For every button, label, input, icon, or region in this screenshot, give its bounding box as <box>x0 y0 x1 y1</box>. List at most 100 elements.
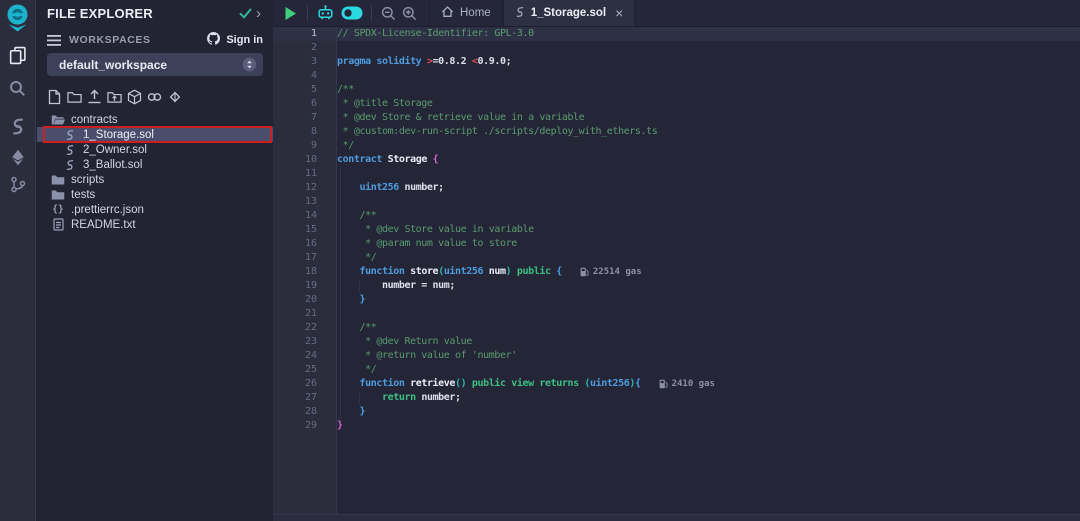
activity-bar-item-remix-logo[interactable] <box>0 4 35 37</box>
check-icon[interactable] <box>239 8 252 19</box>
ai-assistant-icon[interactable] <box>316 0 335 26</box>
activity-bar-item-search[interactable] <box>0 80 35 102</box>
gas-estimate-badge: 2410 gas <box>659 377 715 391</box>
folder-icon <box>51 174 65 186</box>
code-line-26[interactable]: function retrieve() public view returns … <box>337 377 1080 391</box>
file-explorer-panel: FILE EXPLORER › WORKSPACES Sign in defau… <box>37 0 273 521</box>
activity-bar-item-deploy-run[interactable] <box>0 149 35 171</box>
line-number: 15 <box>273 223 336 237</box>
code-line-25[interactable]: */ <box>337 363 1080 377</box>
code-line-28[interactable]: } <box>337 405 1080 419</box>
github-icon <box>206 31 221 49</box>
tree-item-label: 2_Owner.sol <box>83 144 147 156</box>
file-actions-toolbar <box>47 88 182 105</box>
code-line-18[interactable]: function store(uint256 num) public {2251… <box>337 265 1080 279</box>
home-icon <box>441 5 454 21</box>
code-line-21[interactable] <box>337 307 1080 321</box>
code-line-3[interactable]: pragma solidity >=0.8.2 <0.9.0; <box>337 55 1080 69</box>
new-folder-icon[interactable] <box>67 89 82 105</box>
folder-open-icon <box>51 114 65 126</box>
select-chevron-icon <box>242 57 257 72</box>
hamburger-menu-icon[interactable] <box>47 35 61 46</box>
activity-bar-item-git[interactable] <box>0 176 35 198</box>
code-line-9[interactable]: */ <box>337 139 1080 153</box>
code-line-17[interactable]: */ <box>337 251 1080 265</box>
code-line-6[interactable]: * @title Storage <box>337 97 1080 111</box>
code-line-16[interactable]: * @param num value to store <box>337 237 1080 251</box>
tab-home[interactable]: Home <box>429 0 503 26</box>
line-number: 13 <box>273 195 336 209</box>
tree-item-label: scripts <box>71 174 104 186</box>
file-explorer-icon <box>8 46 27 70</box>
code-line-24[interactable]: * @return value of 'number' <box>337 349 1080 363</box>
tree-item-3-ballot-sol[interactable]: 3_Ballot.sol <box>37 157 273 172</box>
code-line-27[interactable]: return number; <box>337 391 1080 405</box>
solidity-file-icon <box>63 144 77 156</box>
chevron-right-icon[interactable]: › <box>252 6 265 21</box>
tree-item-1-storage-sol[interactable]: 1_Storage.sol <box>37 127 273 142</box>
upload-file-icon[interactable] <box>87 89 102 105</box>
solidity-file-icon <box>63 129 77 141</box>
run-icon[interactable] <box>284 0 297 26</box>
code-line-5[interactable]: /** <box>337 83 1080 97</box>
activity-bar-item-solidity-compiler[interactable] <box>0 118 35 140</box>
workspace-select[interactable]: default_workspace <box>47 53 263 76</box>
file-explorer-header: FILE EXPLORER › <box>37 0 273 27</box>
code-line-4[interactable] <box>337 69 1080 83</box>
line-number: 1 <box>273 27 336 41</box>
search-icon <box>9 80 26 102</box>
close-icon[interactable]: × <box>615 6 623 20</box>
line-number: 17 <box>273 251 336 265</box>
code-line-22[interactable]: /** <box>337 321 1080 335</box>
tree-item-readme-txt[interactable]: README.txt <box>37 217 273 232</box>
tree-item-label: 3_Ballot.sol <box>83 159 142 171</box>
zoom-out-icon[interactable] <box>381 0 396 26</box>
line-number: 28 <box>273 405 336 419</box>
upload-folder-icon[interactable] <box>107 89 122 105</box>
code-line-23[interactable]: * @dev Return value <box>337 335 1080 349</box>
line-number-gutter: 1234567891011121314151617181920212223242… <box>273 27 337 514</box>
line-number: 23 <box>273 335 336 349</box>
line-number: 11 <box>273 167 336 181</box>
new-file-icon[interactable] <box>47 89 62 105</box>
toggle-on-icon[interactable] <box>341 0 363 26</box>
git-icon <box>10 176 26 198</box>
line-number: 7 <box>273 111 336 125</box>
tree-item-tests[interactable]: tests <box>37 187 273 202</box>
line-number: 27 <box>273 391 336 405</box>
code-line-13[interactable] <box>337 195 1080 209</box>
line-number: 20 <box>273 293 336 307</box>
gas-estimate-badge: 22514 gas <box>580 265 642 279</box>
tree-item--prettierrc-json[interactable]: {}.prettierrc.json <box>37 202 273 217</box>
sign-in-button[interactable]: Sign in <box>206 31 263 49</box>
code-line-8[interactable]: * @custom:dev-run-script ./scripts/deplo… <box>337 125 1080 139</box>
tree-item-scripts[interactable]: scripts <box>37 172 273 187</box>
link-icon[interactable] <box>147 89 162 105</box>
code-line-29[interactable]: } <box>337 419 1080 433</box>
code-line-15[interactable]: * @dev Store value in variable <box>337 223 1080 237</box>
code-line-14[interactable]: /** <box>337 209 1080 223</box>
ipfs-cube-icon[interactable] <box>127 89 142 105</box>
tree-item-contracts[interactable]: contracts <box>37 112 273 127</box>
code-line-11[interactable] <box>337 167 1080 181</box>
activity-bar-item-file-explorer[interactable] <box>0 46 35 70</box>
deploy-run-icon <box>10 149 26 171</box>
workspace-select-value: default_workspace <box>59 58 167 72</box>
tab-1-storage-sol[interactable]: 1_Storage.sol × <box>503 0 636 26</box>
tree-item-2-owner-sol[interactable]: 2_Owner.sol <box>37 142 273 157</box>
code-line-20[interactable]: } <box>337 293 1080 307</box>
code-line-1[interactable]: // SPDX-License-Identifier: GPL-3.0 <box>337 27 1080 41</box>
gist-icon[interactable] <box>167 89 182 105</box>
tab-home-label: Home <box>460 7 491 19</box>
editor-bottom-strip <box>273 514 1080 521</box>
line-number: 26 <box>273 377 336 391</box>
remix-ide-window: FILE EXPLORER › WORKSPACES Sign in defau… <box>0 0 1080 521</box>
tree-item-label: tests <box>71 189 95 201</box>
code-line-19[interactable]: number = num; <box>337 279 1080 293</box>
zoom-in-icon[interactable] <box>402 0 417 26</box>
code-line-10[interactable]: contract Storage { <box>337 153 1080 167</box>
code-line-12[interactable]: uint256 number; <box>337 181 1080 195</box>
code-line-7[interactable]: * @dev Store & retrieve value in a varia… <box>337 111 1080 125</box>
code-line-2[interactable] <box>337 41 1080 55</box>
editor-area: Home 1_Storage.sol × 1234567891011121314… <box>273 0 1080 521</box>
